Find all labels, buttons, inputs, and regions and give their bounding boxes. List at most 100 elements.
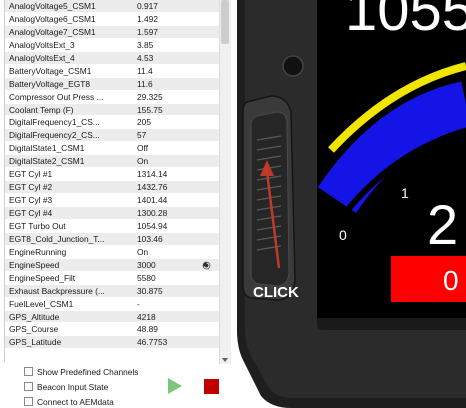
- channel-value: 4218: [137, 311, 156, 322]
- channel-value: 155.75: [137, 104, 163, 115]
- channel-row[interactable]: BatteryVoltage_CSM1 11.4: [5, 64, 219, 78]
- channel-name: EngineRunning: [9, 246, 67, 257]
- channel-value: 1401.44: [137, 195, 168, 206]
- channel-value: 46.7753: [137, 337, 168, 348]
- scrollbar-thumb[interactable]: [221, 0, 229, 44]
- channel-name: EGT Cyl #2: [9, 182, 53, 193]
- channel-value: 1314.14: [137, 169, 168, 180]
- channel-row[interactable]: GPS_Course 48.89: [5, 323, 219, 337]
- channel-value: 3.85: [137, 39, 154, 50]
- channel-name: GPS_Latitude: [9, 337, 62, 348]
- channel-name: AnalogVoltage5_CSM1: [9, 1, 96, 11]
- channel-name: BatteryVoltage_CSM1: [9, 65, 92, 76]
- show-predefined-channels-checkbox[interactable]: [24, 367, 33, 376]
- channel-name: DigitalState1_CSM1: [9, 143, 85, 154]
- channel-value: 1300.28: [137, 208, 168, 218]
- channel-name: GPS_Altitude: [9, 311, 60, 322]
- channel-row[interactable]: DigitalFrequency2_CS... 57: [5, 129, 219, 143]
- channel-name: DigitalState2_CSM1: [9, 156, 85, 167]
- channel-row[interactable]: DigitalState1_CSM1 Off: [5, 142, 219, 156]
- display-gear-value: 2: [427, 193, 458, 256]
- display-scale-label-0: 0: [339, 227, 347, 243]
- channel-row[interactable]: EGT Cyl #4 1300.28: [5, 207, 219, 220]
- channel-row[interactable]: GPS_Altitude 4218: [5, 310, 219, 324]
- channel-name: EGT Cyl #3: [9, 195, 53, 206]
- channel-value: 1432.76: [137, 182, 168, 193]
- beacon-input-state-checkbox[interactable]: [24, 382, 33, 391]
- channel-row[interactable]: EGT Cyl #2 1432.76: [5, 181, 219, 195]
- channel-name: Exhaust Backpressure (...: [9, 285, 105, 296]
- scroll-down-arrow-icon[interactable]: [222, 358, 228, 362]
- channel-value: 29.325: [137, 91, 163, 102]
- channel-name: BatteryVoltage_EGT8: [9, 78, 91, 89]
- channel-name: Compressor Out Press ...: [9, 91, 104, 102]
- show-predefined-channels-label: Show Predefined Channels: [37, 367, 139, 377]
- mounting-hole: [282, 55, 304, 77]
- channel-value: 30.875: [137, 285, 163, 296]
- channel-panel: AnalogVoltage5_CSM1 0.917 AnalogVoltage6_C…: [0, 0, 231, 408]
- channel-name: DigitalFrequency1_CS...: [9, 117, 100, 128]
- channel-row[interactable]: BatteryVoltage_EGT8 11.6: [5, 77, 219, 91]
- channel-value: 11.6: [137, 78, 153, 89]
- channel-name: AnalogVoltage7_CSM1: [9, 26, 96, 37]
- channel-name: FuelLevel_CSM1: [9, 298, 74, 309]
- display-red-indicator-value: 0: [443, 265, 459, 296]
- channel-table-scrollbar[interactable]: [219, 0, 231, 364]
- channel-table[interactable]: AnalogVoltage5_CSM1 0.917 AnalogVoltage6_C…: [4, 0, 220, 362]
- channel-name: AnalogVoltage6_CSM1: [9, 13, 96, 24]
- channel-value: Off: [137, 143, 149, 154]
- channel-row[interactable]: EGT Turbo Out 1054.94: [5, 219, 219, 233]
- channel-value: On: [137, 246, 149, 257]
- display-scale-label-1: 1: [401, 185, 409, 201]
- channel-row[interactable]: Coolant Temp (F) 155.75: [5, 103, 219, 117]
- channel-name: EGT8_Cold_Junction_T...: [9, 233, 105, 244]
- channel-row[interactable]: DigitalState2_CSM1 On: [5, 155, 219, 169]
- channel-value: 5580: [137, 272, 156, 283]
- screen-lower-frame: [317, 318, 466, 330]
- channel-name: EngineSpeed: [9, 259, 60, 270]
- display-top-value: 1055: [345, 0, 466, 43]
- channel-value: On: [137, 156, 149, 167]
- channel-row[interactable]: Compressor Out Press ... 29.325: [5, 90, 219, 104]
- channel-value: 57: [137, 130, 147, 141]
- click-annotation-label: CLICK: [253, 284, 299, 301]
- channel-row[interactable]: EngineRunning On: [5, 245, 219, 259]
- channel-row[interactable]: EngineSpeed_Filt 5580: [5, 271, 219, 285]
- channel-row[interactable]: AnalogVoltage5_CSM1 0.917: [5, 0, 219, 13]
- channel-value: 205: [137, 117, 151, 128]
- connect-to-aemdata-checkbox[interactable]: [24, 397, 33, 406]
- channel-row[interactable]: EGT8_Cold_Junction_T... 103.46: [5, 232, 219, 246]
- connect-to-aemdata-label: Connect to AEMdata: [37, 397, 114, 407]
- play-button[interactable]: [168, 378, 182, 394]
- channel-row[interactable]: AnalogVoltage6_CSM1 1.492: [5, 12, 219, 26]
- channel-value: 1.597: [137, 26, 158, 37]
- stop-button[interactable]: [204, 379, 219, 394]
- channel-name: Coolant Temp (F): [9, 104, 74, 115]
- channel-name: EngineSpeed_Filt: [9, 272, 76, 283]
- channel-name: EGT Turbo Out: [9, 220, 66, 231]
- channel-name: AnalogVoltsExt_3: [9, 39, 75, 50]
- channel-name: EGT Cyl #1: [9, 169, 53, 180]
- spiral-icon[interactable]: [202, 261, 211, 270]
- beacon-input-state-label: Beacon Input State: [37, 382, 109, 392]
- channel-row[interactable]: AnalogVoltsExt_4 4.53: [5, 51, 219, 65]
- channel-value: 1054.94: [137, 220, 168, 231]
- channel-row[interactable]: EngineSpeed 3000: [5, 258, 219, 272]
- channel-value: 48.89: [137, 324, 158, 335]
- channel-value: 4.53: [137, 52, 154, 63]
- channel-name: EGT Cyl #4: [9, 208, 53, 218]
- channel-row[interactable]: GPS_Latitude 46.7753: [5, 336, 219, 350]
- channel-value: 103.46: [137, 233, 163, 244]
- channel-value: 1.492: [137, 13, 158, 24]
- channel-row[interactable]: FuelLevel_CSM1 -: [5, 297, 219, 311]
- channel-row[interactable]: DigitalFrequency1_CS... 205: [5, 116, 219, 130]
- device-illustration: 1055 1 0 2 0 CLICK: [237, 0, 466, 408]
- channel-row[interactable]: EGT Cyl #3 1401.44: [5, 194, 219, 207]
- channel-row[interactable]: AnalogVoltage7_CSM1 1.597: [5, 25, 219, 39]
- channel-value: -: [137, 298, 140, 309]
- channel-value: 3000: [137, 259, 156, 270]
- channel-row[interactable]: EGT Cyl #1 1314.14: [5, 168, 219, 182]
- channel-row[interactable]: AnalogVoltsExt_3 3.85: [5, 38, 219, 52]
- channel-name: DigitalFrequency2_CS...: [9, 130, 100, 141]
- channel-row[interactable]: Exhaust Backpressure (... 30.875: [5, 284, 219, 298]
